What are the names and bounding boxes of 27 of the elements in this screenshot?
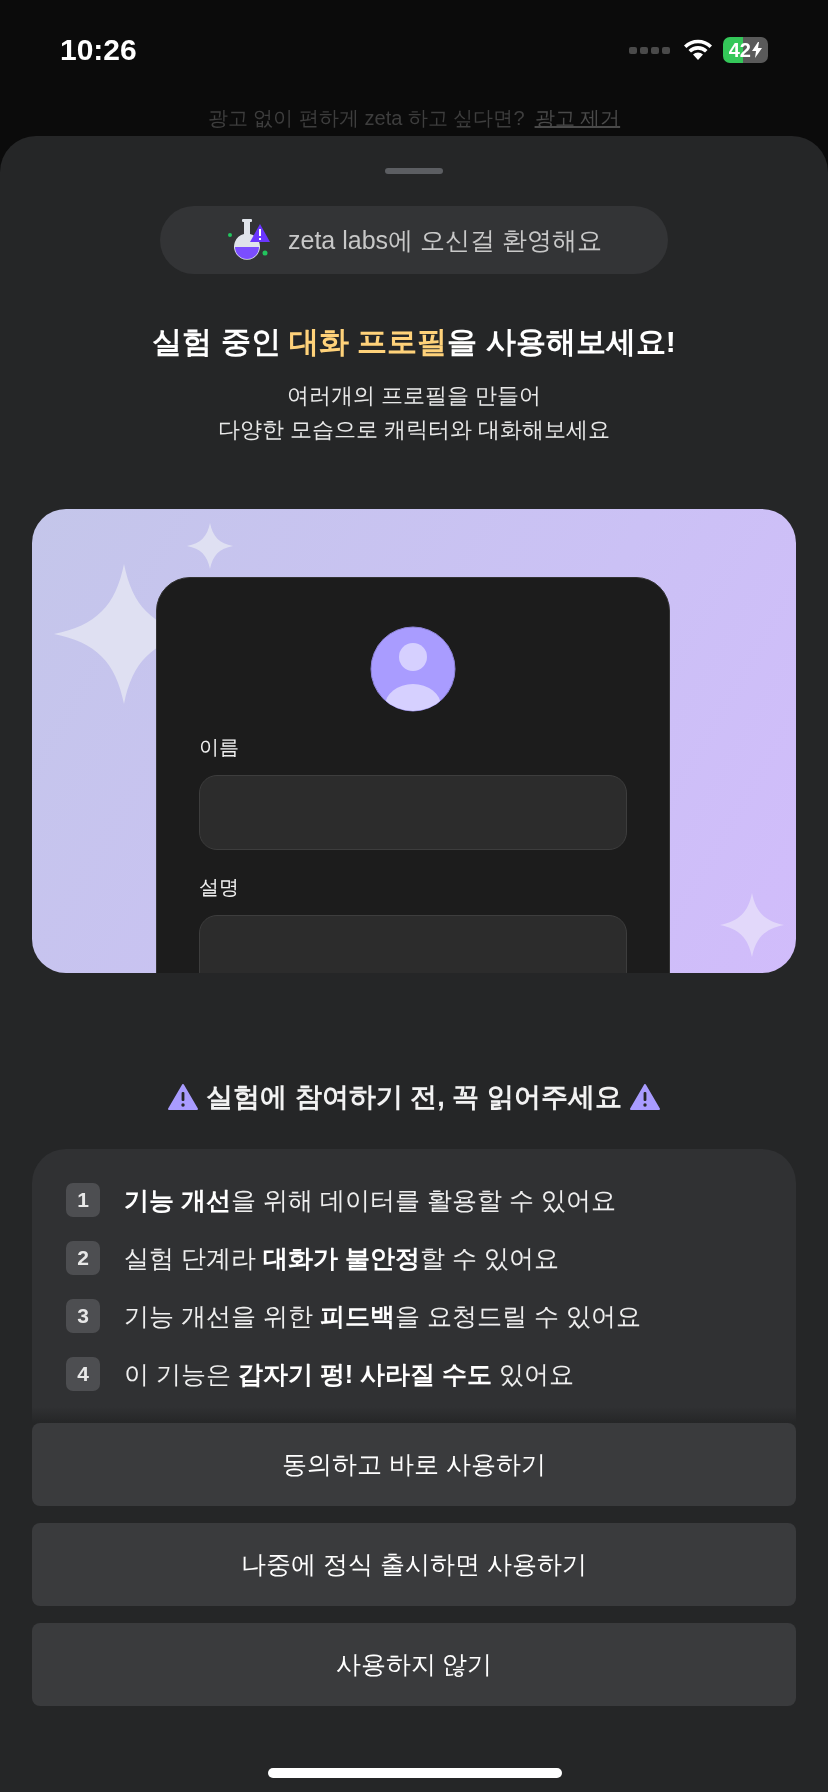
warning-icon xyxy=(168,1084,199,1110)
field-label: 설명 xyxy=(199,875,239,900)
subtitle-line: 여러개의 프로필을 만들어 xyxy=(286,382,542,410)
notice-text: 기능 개선을 위한 피드백을 요청드릴 수 있어요 xyxy=(124,1300,641,1332)
number-badge: 1 xyxy=(66,1183,100,1217)
action-button[interactable]: 사용하지 않기 xyxy=(32,1623,796,1706)
warning-icon xyxy=(629,1084,660,1110)
wifi-icon xyxy=(682,39,713,61)
battery-icon: 42 xyxy=(722,37,768,63)
sheet-title: 실험 중인 대화 프로필을 사용해보세요! xyxy=(152,324,676,360)
subtitle-line: 다양한 모습으로 캐릭터와 대화해보세요 xyxy=(217,416,611,444)
notice-text: 실험 단계라 대화가 불안정할 수 있어요 xyxy=(124,1242,559,1274)
action-button[interactable]: 동의하고 바로 사용하기 xyxy=(32,1423,796,1506)
number-badge: 4 xyxy=(66,1357,100,1391)
notice-heading: 실험에 참여하기 전, 꼭 읽어주세요 xyxy=(206,1081,622,1114)
sheet-handle[interactable] xyxy=(385,168,443,174)
notice-text: 기능 개선을 위해 데이터를 활용할 수 있어요 xyxy=(124,1184,616,1216)
welcome-badge: zeta labs에 오신걸 환영해요 xyxy=(160,206,668,274)
status-time: 10:26 xyxy=(60,33,137,67)
field-label: 이름 xyxy=(199,735,239,760)
number-badge: 2 xyxy=(66,1241,100,1275)
sparkle-icon xyxy=(720,893,784,957)
avatar-icon xyxy=(370,626,456,712)
notice-text: 이 기능은 갑자기 펑! 사라질 수도 있어요 xyxy=(124,1358,575,1390)
number-badge: 3 xyxy=(66,1299,100,1333)
signal-icon xyxy=(628,45,673,55)
action-button[interactable]: 나중에 정식 출시하면 사용하기 xyxy=(32,1523,796,1606)
